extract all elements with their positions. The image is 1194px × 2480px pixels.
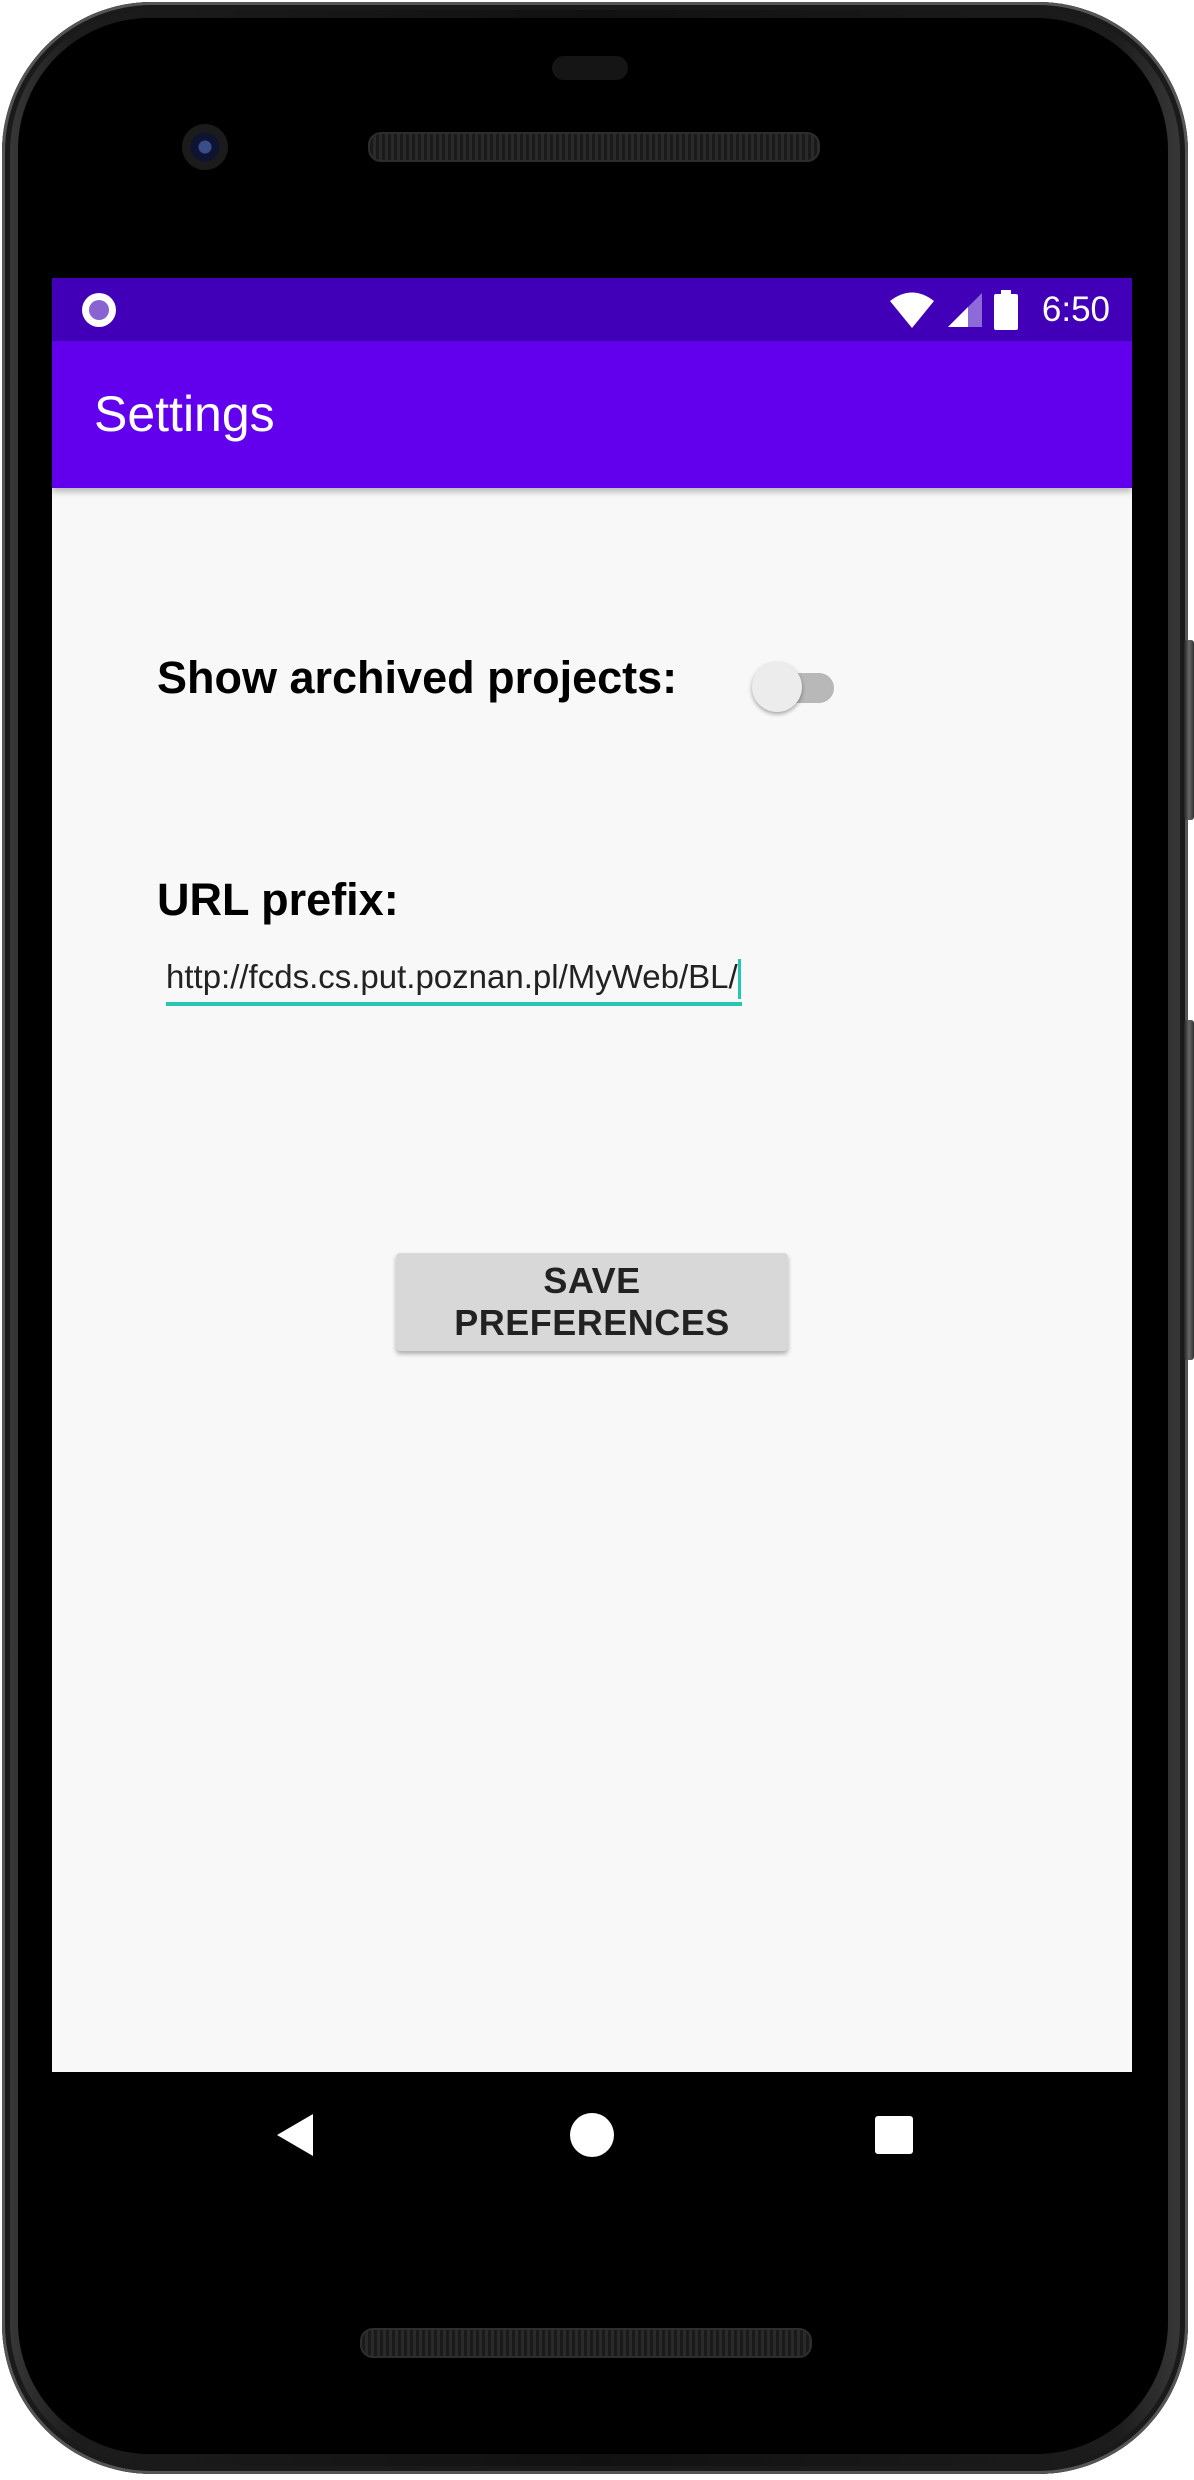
- volume-button: [1184, 1020, 1194, 1360]
- bottom-speaker-grille: [360, 2328, 812, 2358]
- phone-device: 6:50 Settings Show archived projects: UR…: [0, 0, 1194, 2480]
- app-screen: 6:50 Settings Show archived projects: UR…: [52, 278, 1132, 2072]
- status-time: 6:50: [1041, 289, 1110, 329]
- home-button[interactable]: [559, 2102, 625, 2168]
- back-triangle-icon: [277, 2114, 313, 2156]
- status-icons: 6:50: [888, 278, 1110, 341]
- url-prefix-label: URL prefix:: [157, 874, 399, 925]
- navigation-bar: [52, 2072, 1132, 2198]
- url-prefix-input[interactable]: [166, 952, 742, 1006]
- front-camera: [182, 124, 228, 170]
- archived-projects-switch[interactable]: [752, 658, 838, 714]
- cell-signal-icon: [947, 292, 982, 327]
- power-button: [1184, 640, 1194, 820]
- top-speaker-grille: [368, 132, 820, 162]
- battery-icon: [993, 289, 1018, 330]
- status-bar: 6:50: [52, 278, 1132, 341]
- earpiece: [552, 56, 628, 80]
- save-preferences-button[interactable]: SAVE PREFERENCES: [396, 1253, 788, 1351]
- text-caret: [738, 959, 741, 999]
- app-bar: Settings: [52, 341, 1132, 488]
- archived-projects-label: Show archived projects:: [157, 652, 678, 703]
- recents-square-icon: [875, 2116, 913, 2154]
- recents-button[interactable]: [861, 2102, 927, 2168]
- page-title: Settings: [94, 386, 275, 442]
- switch-thumb: [752, 662, 802, 712]
- home-circle-icon: [570, 2113, 614, 2157]
- wifi-icon: [889, 292, 934, 328]
- notification-circle-icon: [82, 293, 116, 327]
- back-button[interactable]: [262, 2102, 328, 2168]
